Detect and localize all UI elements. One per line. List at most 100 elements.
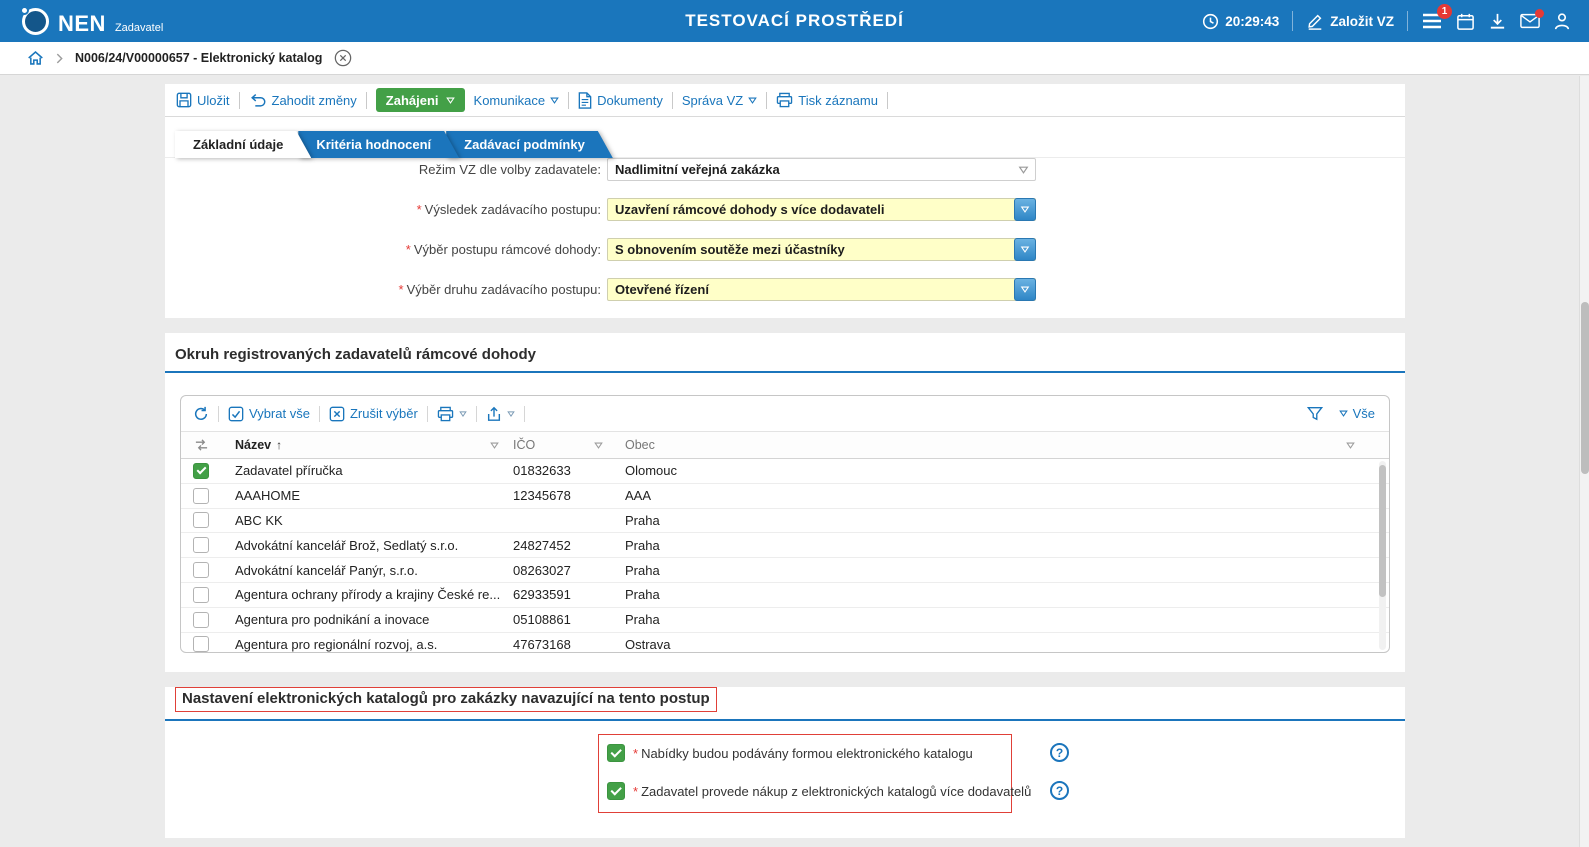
dropdown-button[interactable]: [1014, 238, 1036, 261]
grid-scrollbar-thumb[interactable]: [1379, 465, 1386, 597]
table-row[interactable]: Agentura pro regionální rozvoj, a.s. 476…: [181, 633, 1389, 652]
tab-zakladni-udaje[interactable]: Základní údaje: [175, 131, 311, 158]
table-row[interactable]: Agentura ochrany přírody a krajiny České…: [181, 583, 1389, 608]
column-header-ico[interactable]: IČO: [509, 438, 613, 452]
menu-button[interactable]: 1: [1421, 12, 1443, 30]
chevron-down-icon[interactable]: [1018, 166, 1029, 174]
row-checkbox[interactable]: [193, 488, 209, 504]
documents-label: Dokumenty: [597, 93, 663, 108]
help-column: ? ?: [1050, 734, 1069, 813]
ecatalog-multi-supplier-checkbox[interactable]: [607, 782, 625, 800]
discard-changes-button[interactable]: Zahodit změny: [249, 93, 357, 108]
grid-toolbar-separator: [524, 406, 525, 422]
manage-vz-dropdown[interactable]: Správa VZ: [682, 93, 757, 108]
page-scrollbar[interactable]: [1579, 76, 1589, 847]
header-actions: 20:29:43 Založit VZ 1: [1202, 11, 1571, 31]
table-row[interactable]: ABC KK Praha: [181, 509, 1389, 534]
field-label: *Výběr druhu zadávacího postupu:: [165, 282, 607, 297]
clear-selection-button[interactable]: Zrušit výběr: [329, 406, 418, 422]
filter-button[interactable]: [1307, 406, 1323, 421]
help-icon[interactable]: ?: [1050, 743, 1069, 762]
documents-button[interactable]: Dokumenty: [578, 92, 663, 109]
calendar-button[interactable]: [1456, 12, 1475, 31]
selection-column-header[interactable]: [181, 438, 221, 452]
grid-scrollbar[interactable]: [1379, 461, 1386, 650]
top-header: NEN Zadavatel TESTOVACÍ PROSTŘEDÍ 20:29:…: [0, 0, 1589, 42]
ecatalog-offers-checkbox[interactable]: [607, 744, 625, 762]
print-grid-dropdown[interactable]: [437, 406, 467, 422]
select-all-button[interactable]: Vybrat vše: [228, 406, 310, 422]
export-icon: [486, 406, 502, 422]
dropdown-button[interactable]: [1014, 278, 1036, 301]
table-row[interactable]: Advokátní kancelář Panýr, s.r.o. 0826302…: [181, 558, 1389, 583]
row-checkbox[interactable]: [193, 587, 209, 603]
vyber-postupu-rd-dropdown[interactable]: S obnovením soutěže mezi účastníky: [607, 238, 1036, 261]
row-checkbox[interactable]: [193, 562, 209, 578]
cell-nazev: Agentura pro regionální rozvoj, a.s.: [221, 637, 509, 652]
create-vz-label: Založit VZ: [1330, 14, 1394, 29]
brand[interactable]: NEN Zadavatel: [22, 8, 163, 35]
tab-strip: Základní údaje Kritéria hodnocení Zadáva…: [165, 131, 1405, 158]
clock-display: 20:29:43: [1202, 13, 1279, 30]
row-checkbox[interactable]: [193, 537, 209, 553]
toolbar-separator: [366, 92, 367, 109]
section-title: Nastavení elektronických katalogů pro za…: [182, 690, 710, 707]
save-button[interactable]: Uložit: [176, 92, 230, 108]
export-dropdown[interactable]: [486, 406, 515, 422]
row-checkbox[interactable]: [193, 512, 209, 528]
filter-chevron-icon[interactable]: [490, 442, 499, 449]
view-all-dropdown[interactable]: Vše: [1339, 406, 1375, 421]
druh-postupu-dropdown[interactable]: Otevřené řízení: [607, 278, 1036, 301]
column-header-obec[interactable]: Obec: [613, 438, 1389, 452]
home-button[interactable]: [27, 50, 44, 66]
tab-wrap: Základní údaje: [175, 131, 311, 157]
row-checkbox[interactable]: [193, 612, 209, 628]
refresh-button[interactable]: [193, 406, 209, 422]
form-row: *Výběr postupu rámcové dohody: S obnoven…: [165, 238, 1405, 261]
tab-kriteria-hodnoceni[interactable]: Kritéria hodnocení: [298, 131, 459, 158]
filter-chevron-icon[interactable]: [1346, 442, 1355, 449]
vysledek-postupu-dropdown[interactable]: Uzavření rámcové dohody s více dodavatel…: [607, 198, 1036, 221]
dropdown-button[interactable]: [1014, 198, 1036, 221]
tab-label: Kritéria hodnocení: [316, 137, 431, 152]
header-separator: [1292, 11, 1293, 31]
person-icon: [1553, 12, 1571, 31]
print-record-button[interactable]: Tisk záznamu: [776, 92, 878, 108]
cell-ico: 01832633: [509, 463, 613, 478]
pencil-icon: [1306, 12, 1324, 30]
cell-ico: 24827452: [509, 538, 613, 553]
table-row[interactable]: Zadavatel příručka 01832633 Olomouc: [181, 459, 1389, 484]
column-header-nazev[interactable]: Název ↑: [221, 438, 509, 452]
download-button[interactable]: [1488, 12, 1507, 31]
communication-label: Komunikace: [474, 93, 546, 108]
chevron-down-icon: [1020, 286, 1030, 293]
breadcrumb-item[interactable]: N006/24/V00000657 - Elektronický katalog: [75, 51, 322, 65]
user-button[interactable]: [1553, 12, 1571, 31]
grid-toolbar-separator: [319, 406, 320, 422]
save-icon: [176, 92, 192, 108]
close-record-button[interactable]: [334, 49, 352, 67]
rezim-vz-dropdown[interactable]: Nadlimitní veřejná zakázka: [607, 158, 1036, 181]
dropdown-value: Nadlimitní veřejná zakázka: [608, 162, 808, 177]
form-row: *Výběr druhu zadávacího postupu: Otevřen…: [165, 278, 1405, 301]
table-row[interactable]: Advokátní kancelář Brož, Sedlatý s.r.o. …: [181, 533, 1389, 558]
table-row[interactable]: Agentura pro podnikání a inovace 0510886…: [181, 608, 1389, 633]
row-checkbox[interactable]: [193, 636, 209, 652]
field-label-text: Výběr druhu zadávacího postupu:: [407, 282, 601, 297]
grid-header-row: Název ↑ IČO Obec: [181, 432, 1389, 459]
chevron-down-icon: [507, 411, 515, 417]
communication-dropdown[interactable]: Komunikace: [474, 93, 560, 108]
menu-badge: 1: [1437, 4, 1452, 19]
table-row[interactable]: AAAHOME 12345678 AAA: [181, 484, 1389, 509]
close-circle-icon: [334, 49, 352, 67]
help-icon[interactable]: ?: [1050, 781, 1069, 800]
check-icon: [196, 465, 206, 475]
page-scrollbar-thumb[interactable]: [1581, 302, 1589, 474]
cell-obec: AAA: [613, 488, 1389, 503]
row-checkbox[interactable]: [193, 463, 209, 479]
messages-button[interactable]: [1520, 13, 1540, 29]
status-dropdown-button[interactable]: Zahájeni: [376, 88, 465, 112]
tab-zadavaci-podminky[interactable]: Zadávací podmínky: [446, 131, 613, 158]
filter-chevron-icon[interactable]: [594, 442, 603, 449]
create-vz-button[interactable]: Založit VZ: [1306, 12, 1394, 30]
